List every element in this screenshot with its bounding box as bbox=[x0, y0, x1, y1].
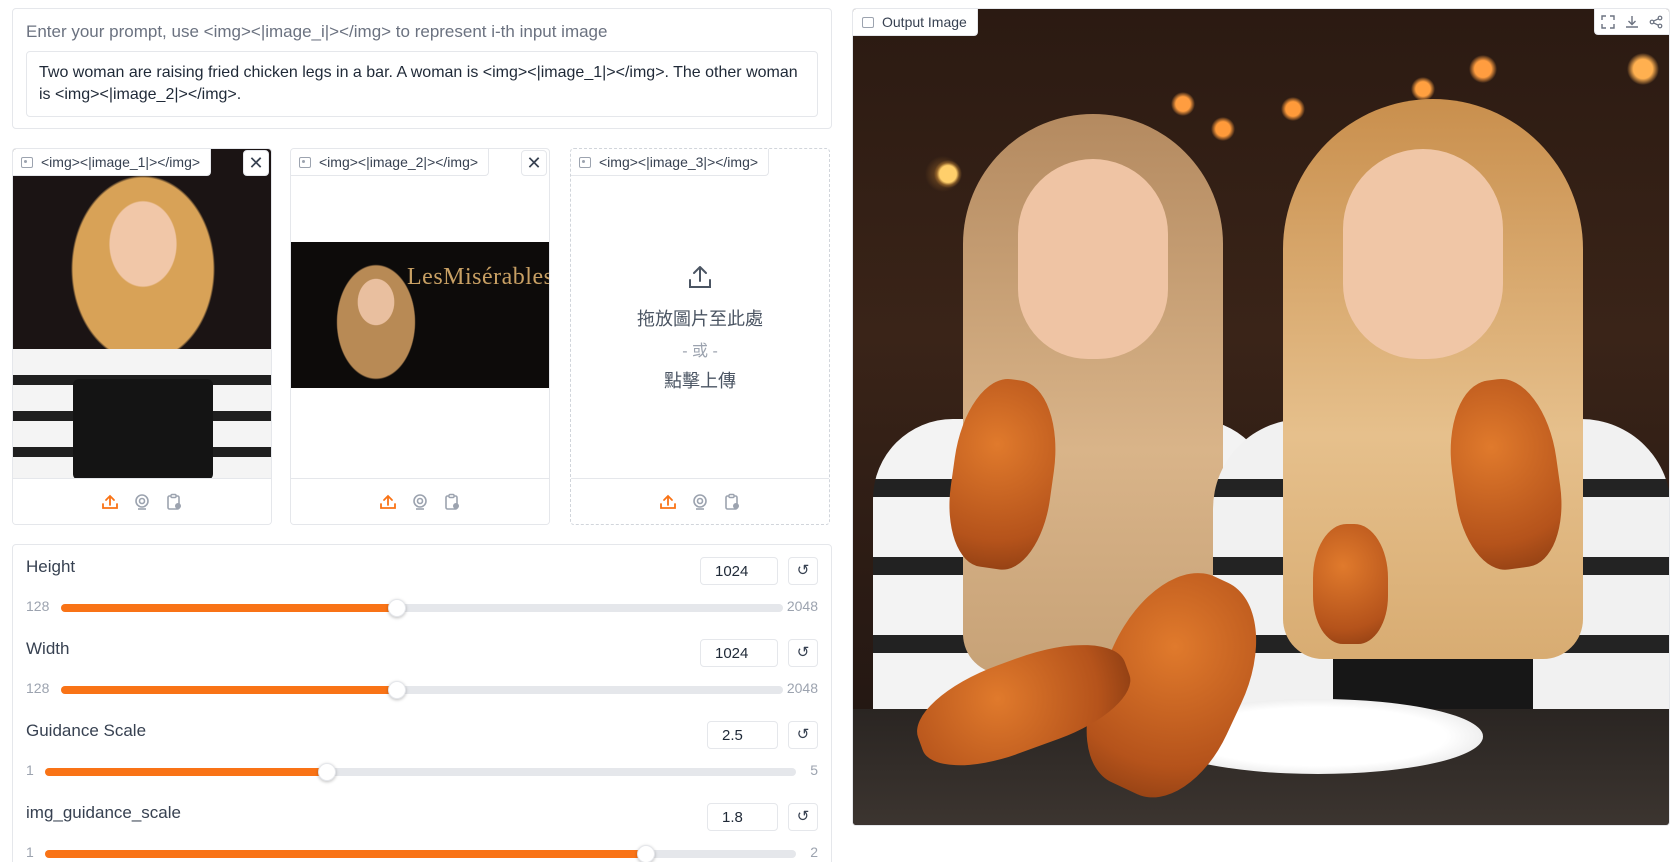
width-min: 128 bbox=[26, 680, 50, 696]
width-number-input[interactable]: 1024 bbox=[700, 639, 778, 667]
image-2-preview: LesMisérables bbox=[291, 242, 550, 388]
upload-icon[interactable] bbox=[659, 493, 677, 511]
height-max: 2048 bbox=[786, 598, 818, 614]
image-1-toolbar bbox=[13, 478, 271, 524]
image-icon bbox=[862, 16, 874, 28]
guidance-scale-max: 5 bbox=[810, 762, 818, 778]
upload-icon[interactable] bbox=[101, 493, 119, 511]
drop-instruction: 拖放圖片至此處 bbox=[637, 309, 763, 329]
image-icon bbox=[579, 156, 591, 168]
output-image bbox=[853, 9, 1669, 825]
width-slider[interactable] bbox=[61, 681, 783, 699]
output-image-label-text: Output Image bbox=[882, 14, 967, 30]
img-guidance-scale-slider-row: img_guidance_scale 1.8 ↺ 1 2 bbox=[26, 791, 818, 862]
width-max: 2048 bbox=[786, 680, 818, 696]
width-reset-button[interactable]: ↺ bbox=[788, 639, 818, 667]
clipboard-icon[interactable] bbox=[165, 493, 183, 511]
image-2-label-text: <img><|image_2|></img> bbox=[319, 154, 479, 170]
height-number-input[interactable]: 1024 bbox=[700, 557, 778, 585]
image-3-toolbar bbox=[571, 478, 829, 524]
height-label: Height bbox=[26, 557, 76, 576]
guidance-scale-slider[interactable] bbox=[45, 763, 796, 781]
image-1-label: <img><|image_1|></img> bbox=[13, 149, 212, 176]
img-guidance-scale-reset-button[interactable]: ↺ bbox=[788, 803, 818, 831]
image-1-label-text: <img><|image_1|></img> bbox=[41, 154, 201, 170]
image-1-preview bbox=[13, 149, 271, 480]
img-guidance-scale-max: 2 bbox=[810, 844, 818, 860]
image-input-2[interactable]: LesMisérables <img><|image_2|></img> ✕ bbox=[290, 148, 550, 525]
slider-thumb[interactable] bbox=[317, 763, 336, 781]
output-actions bbox=[1594, 9, 1669, 35]
guidance-scale-min: 1 bbox=[26, 762, 34, 778]
output-image-label: Output Image bbox=[853, 9, 978, 36]
image-icon bbox=[21, 156, 33, 168]
image-2-toolbar bbox=[291, 478, 549, 524]
width-slider-row: Width 1024 ↺ 128 2048 bbox=[26, 627, 818, 707]
slider-thumb[interactable] bbox=[387, 599, 406, 617]
prompt-panel: Enter your prompt, use <img><|image_i|><… bbox=[12, 8, 832, 129]
img-guidance-scale-number-input[interactable]: 1.8 bbox=[707, 803, 778, 831]
image-icon bbox=[299, 156, 311, 168]
click-to-upload[interactable]: 點擊上傳 bbox=[664, 367, 736, 393]
upload-icon bbox=[689, 266, 711, 288]
slider-thumb[interactable] bbox=[636, 845, 655, 862]
webcam-icon[interactable] bbox=[691, 493, 709, 511]
img-guidance-scale-label: img_guidance_scale bbox=[26, 803, 181, 822]
image-3-drop-zone[interactable]: 拖放圖片至此處 - 或 - 點擊上傳 bbox=[571, 176, 829, 480]
fullscreen-icon[interactable] bbox=[1601, 14, 1615, 29]
remove-image-1-button[interactable]: ✕ bbox=[243, 150, 269, 176]
upload-icon[interactable] bbox=[379, 493, 397, 511]
height-slider-row: Height 1024 ↺ 128 2048 bbox=[26, 545, 818, 625]
img-guidance-scale-min: 1 bbox=[26, 844, 34, 860]
width-label: Width bbox=[26, 639, 70, 658]
guidance-scale-slider-row: Guidance Scale 2.5 ↺ 1 5 bbox=[26, 709, 818, 789]
slider-thumb[interactable] bbox=[387, 681, 406, 699]
guidance-scale-number-input[interactable]: 2.5 bbox=[707, 721, 778, 749]
settings-panel: Height 1024 ↺ 128 2048 Width 1024 ↺ 128 … bbox=[12, 544, 832, 862]
image-2-label: <img><|image_2|></img> bbox=[291, 149, 490, 176]
image-3-label: <img><|image_3|></img> bbox=[571, 149, 770, 176]
height-slider[interactable] bbox=[61, 599, 783, 617]
height-min: 128 bbox=[26, 598, 50, 614]
guidance-scale-reset-button[interactable]: ↺ bbox=[788, 721, 818, 749]
share-icon[interactable] bbox=[1649, 15, 1663, 29]
image-input-3[interactable]: <img><|image_3|></img> 拖放圖片至此處 - 或 - 點擊上… bbox=[570, 148, 830, 525]
clipboard-icon[interactable] bbox=[443, 493, 461, 511]
guidance-scale-label: Guidance Scale bbox=[26, 721, 147, 740]
image-input-1[interactable]: <img><|image_1|></img> ✕ bbox=[12, 148, 272, 525]
height-reset-button[interactable]: ↺ bbox=[788, 557, 818, 585]
img-guidance-scale-slider[interactable] bbox=[45, 845, 796, 862]
clipboard-icon[interactable] bbox=[723, 493, 741, 511]
download-icon[interactable] bbox=[1625, 15, 1639, 29]
output-image-panel: Output Image bbox=[852, 8, 1670, 826]
prompt-label: Enter your prompt, use <img><|image_i|><… bbox=[26, 22, 608, 41]
webcam-icon[interactable] bbox=[133, 493, 151, 511]
prompt-textarea[interactable]: Two woman are raising fried chicken legs… bbox=[26, 51, 818, 117]
image-3-label-text: <img><|image_3|></img> bbox=[599, 154, 759, 170]
webcam-icon[interactable] bbox=[411, 493, 429, 511]
image-2-overlay-text: LesMisérables bbox=[407, 264, 550, 290]
drop-or-separator: - 或 - bbox=[682, 343, 718, 360]
remove-image-2-button[interactable]: ✕ bbox=[521, 150, 547, 176]
